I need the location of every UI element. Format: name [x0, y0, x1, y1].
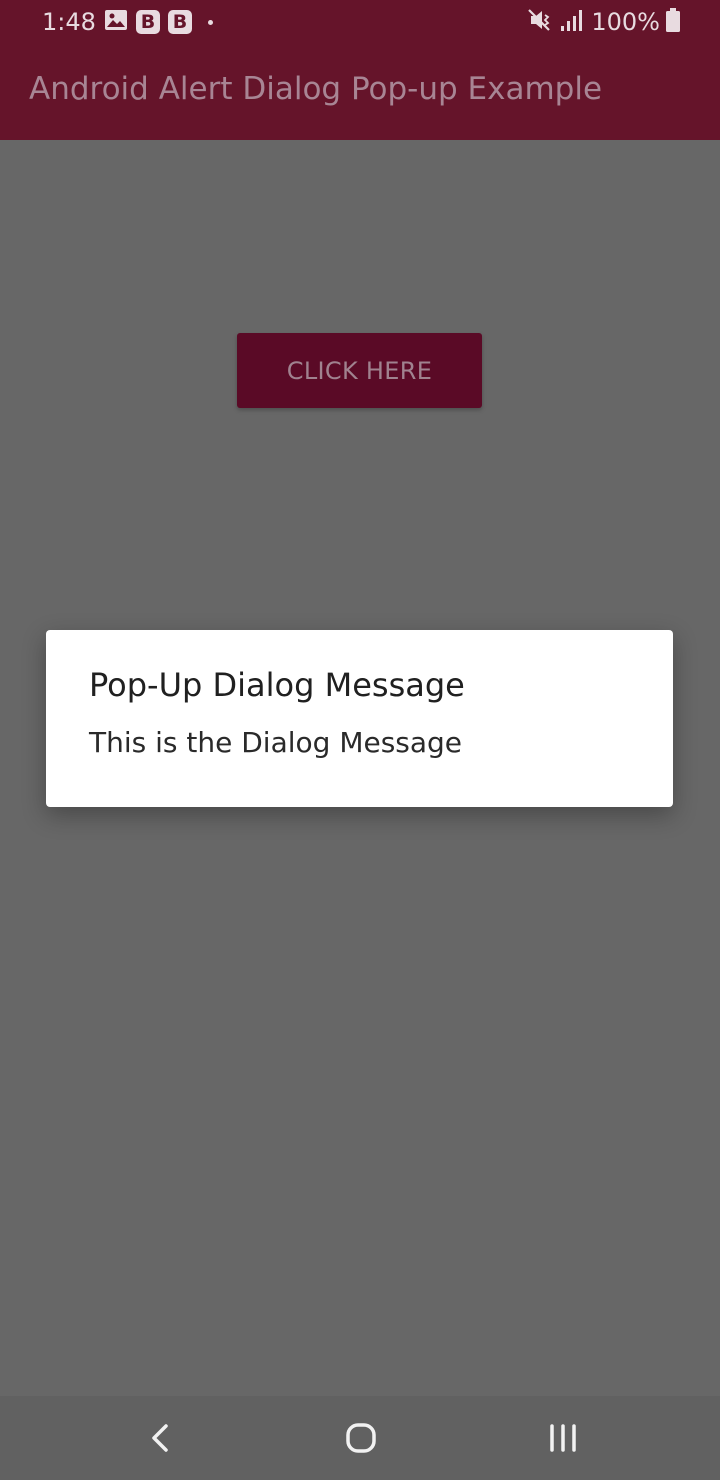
recents-icon	[550, 1424, 576, 1452]
mute-icon	[527, 7, 553, 37]
battery-icon	[666, 8, 680, 36]
home-button[interactable]	[341, 1418, 381, 1458]
back-icon	[152, 1424, 168, 1452]
back-button[interactable]	[140, 1418, 180, 1458]
navigation-bar	[0, 1396, 720, 1480]
more-notifications-dot	[208, 19, 213, 25]
dialog-message: This is the Dialog Message	[89, 726, 463, 759]
app-bar: Android Alert Dialog Pop-up Example	[0, 46, 720, 140]
system-icons: 100%	[527, 8, 680, 36]
click-here-button[interactable]: CLICK HERE	[237, 333, 482, 408]
image-icon	[104, 9, 128, 35]
battery-percent: 100%	[591, 8, 660, 36]
dialog-title: Pop-Up Dialog Message	[89, 666, 465, 704]
alert-dialog: Pop-Up Dialog Message This is the Dialog…	[46, 630, 673, 807]
app-title: Android Alert Dialog Pop-up Example	[29, 71, 603, 107]
status-time: 1:48	[42, 8, 96, 36]
notification-icons: B B	[104, 9, 213, 35]
b-badge-icon: B	[136, 10, 160, 34]
recents-button[interactable]	[543, 1418, 583, 1458]
signal-icon	[559, 8, 585, 36]
status-bar: 1:48 B B 100%	[0, 0, 720, 46]
home-icon	[346, 1423, 376, 1453]
b-badge-icon: B	[168, 10, 192, 34]
